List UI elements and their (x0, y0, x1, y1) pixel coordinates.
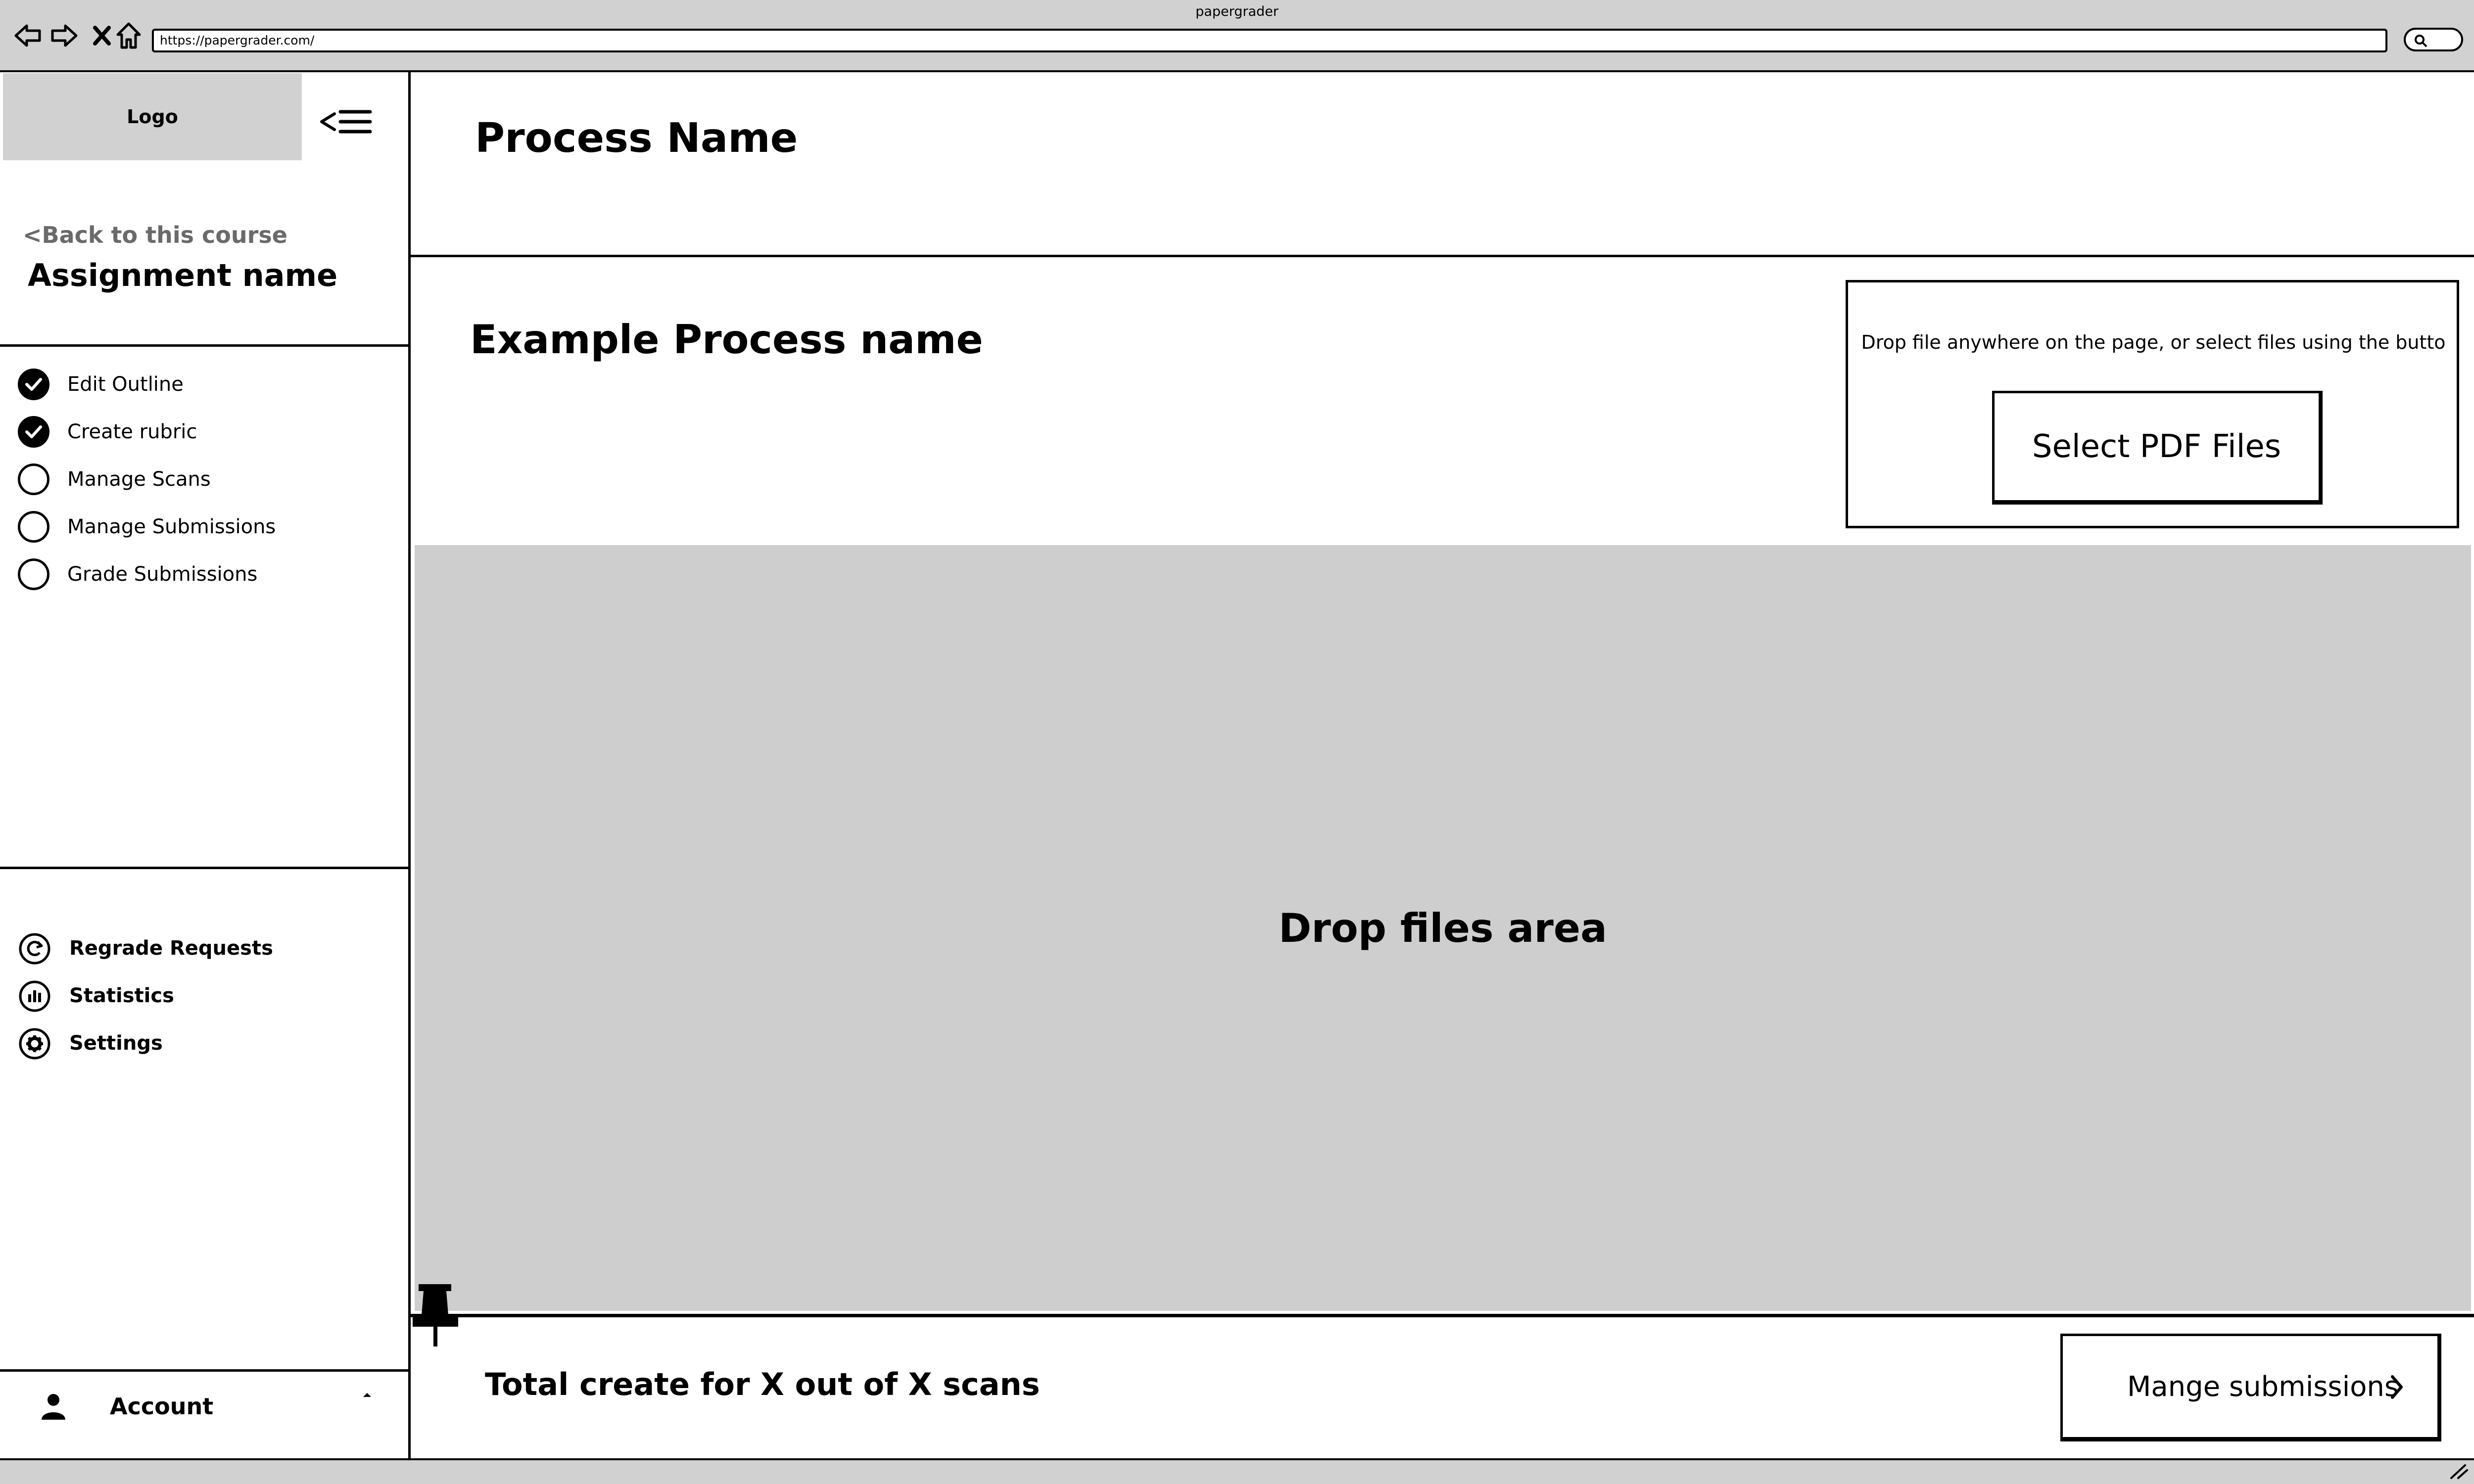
empty-circle-icon (18, 464, 49, 495)
collapse-menu-icon[interactable] (317, 104, 376, 143)
assignment-name: Assignment name (28, 257, 338, 293)
select-pdf-files-button[interactable]: Select PDF Files (1992, 391, 2323, 505)
step-manage-submissions[interactable]: Manage Submissions (18, 510, 276, 544)
step-grade-submissions[interactable]: Grade Submissions (18, 557, 257, 592)
bar-chart-icon (19, 980, 50, 1012)
tool-label: Statistics (69, 984, 174, 1007)
step-create-rubric[interactable]: Create rubric (18, 415, 197, 449)
scan-total-text: Total create for X out of X scans (485, 1366, 1040, 1402)
back-arrow-icon[interactable] (13, 21, 43, 50)
forward-arrow-icon[interactable] (49, 21, 79, 50)
refresh-icon (19, 933, 50, 965)
step-label: Manage Scans (67, 468, 211, 491)
window-title: papergrader (1195, 4, 1279, 19)
process-name-heading: Example Process name (470, 317, 983, 363)
drop-files-area[interactable]: Drop files area (415, 545, 2471, 1311)
caret-up-icon[interactable] (361, 1391, 373, 1399)
close-icon[interactable] (87, 21, 117, 50)
step-label: Manage Submissions (67, 515, 276, 538)
pin-icon[interactable] (409, 1280, 463, 1349)
logo: Logo (3, 73, 302, 160)
page-title: Process Name (475, 115, 798, 162)
drop-area-label: Drop files area (1278, 905, 1608, 951)
page-header (411, 72, 2474, 257)
search-field[interactable] (2404, 28, 2463, 51)
empty-circle-icon (18, 511, 49, 543)
step-label: Grade Submissions (67, 563, 258, 586)
check-circle-icon (18, 369, 49, 400)
tool-label: Regrade Requests (69, 937, 273, 960)
sidebar-divider (0, 344, 411, 347)
tool-label: Settings (69, 1032, 163, 1055)
user-icon (42, 1394, 65, 1420)
check-circle-icon (18, 416, 49, 448)
chevron-right-icon (2391, 1375, 2403, 1399)
account-label: Account (110, 1393, 214, 1420)
step-label: Edit Outline (67, 373, 184, 396)
resize-grip-icon[interactable] (2449, 1463, 2469, 1480)
sidebar-divider (0, 867, 411, 869)
browser-status-bar (0, 1458, 2474, 1484)
step-edit-outline[interactable]: Edit Outline (18, 367, 184, 402)
step-label: Create rubric (67, 420, 197, 443)
step-manage-scans[interactable]: Manage Scans (18, 462, 211, 497)
gear-icon (19, 1028, 50, 1060)
back-to-course-link[interactable]: <Back to this course (23, 222, 287, 248)
manage-submissions-label: Mange submissions (2127, 1371, 2399, 1403)
empty-circle-icon (18, 558, 49, 590)
url-bar[interactable]: https://papergrader.com/ (152, 29, 2387, 52)
manage-submissions-button[interactable]: Mange submissions (2060, 1334, 2441, 1441)
upload-hint-text: Drop file anywhere on the page, or selec… (1861, 331, 2446, 353)
home-icon[interactable] (114, 21, 143, 50)
